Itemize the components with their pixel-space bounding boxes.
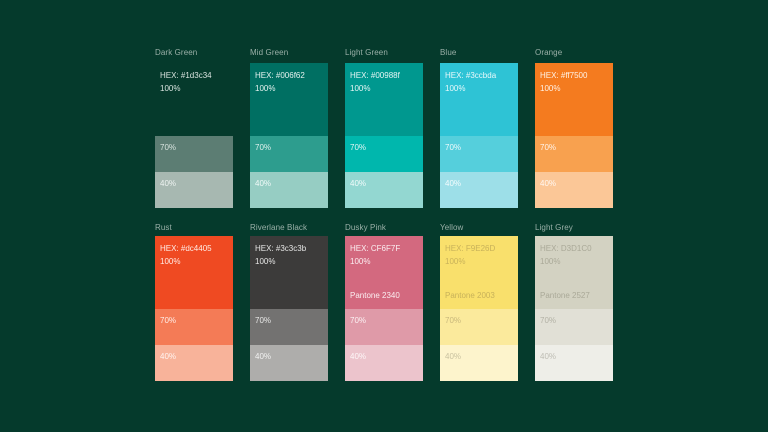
percent-40-label: 40% — [540, 352, 557, 361]
percent-70-label: 70% — [540, 143, 557, 152]
swatch-70: 70% — [345, 309, 423, 345]
hex-label: HEX: #006f62 — [255, 71, 305, 80]
swatch-40: 40% — [250, 172, 328, 208]
swatch-70: 70% — [250, 136, 328, 172]
hex-label: HEX: #ff7500 — [540, 71, 588, 80]
swatch-40: 40% — [345, 345, 423, 381]
swatch-name: Dusky Pink — [345, 223, 387, 232]
swatch-riverlane-black: Riverlane Black HEX: #3c3c3b 100% 70% 40% — [250, 223, 328, 381]
percent-100-label: 100% — [160, 257, 181, 266]
pantone-label: Pantone 2003 — [445, 291, 495, 300]
percent-70-label: 70% — [160, 143, 177, 152]
swatch-40: 40% — [535, 345, 613, 381]
percent-70-label: 70% — [445, 143, 462, 152]
percent-100-label: 100% — [350, 84, 371, 93]
swatch-70: 70% — [440, 309, 518, 345]
hex-label: HEX: #00988f — [350, 71, 400, 80]
percent-100-label: 100% — [160, 84, 181, 93]
percent-70-label: 70% — [160, 316, 177, 325]
pantone-label: Pantone 2527 — [540, 291, 590, 300]
swatch-100: HEX: #3ccbda 100% — [440, 63, 518, 136]
percent-70-label: 70% — [350, 143, 367, 152]
percent-100-label: 100% — [445, 257, 466, 266]
swatch-100: HEX: #00988f 100% — [345, 63, 423, 136]
percent-70-label: 70% — [445, 316, 462, 325]
swatch-name: Yellow — [440, 223, 464, 232]
swatch-70: 70% — [440, 136, 518, 172]
swatch-yellow: Yellow HEX: F9E26D 100% Pantone 2003 70% 40% — [440, 223, 518, 381]
swatch-100: HEX: #dc4405 100% — [155, 236, 233, 309]
swatch-40: 40% — [155, 345, 233, 381]
percent-100-label: 100% — [540, 257, 561, 266]
swatch-100: HEX: D3D1C0 100% Pantone 2527 — [535, 236, 613, 309]
percent-70-label: 70% — [255, 143, 272, 152]
swatch-100: HEX: CF6F7F 100% Pantone 2340 — [345, 236, 423, 309]
hex-label: HEX: #3c3c3b — [255, 244, 307, 253]
percent-100-label: 100% — [540, 84, 561, 93]
percent-40-label: 40% — [160, 179, 177, 188]
percent-70-label: 70% — [255, 316, 272, 325]
swatch-100: HEX: #1d3c34 100% — [155, 63, 233, 136]
percent-40-label: 40% — [445, 352, 462, 361]
swatch-100: HEX: #3c3c3b 100% — [250, 236, 328, 309]
hex-label: HEX: #dc4405 — [160, 244, 212, 253]
swatch-orange: Orange HEX: #ff7500 100% 70% 40% — [535, 48, 613, 208]
percent-40-label: 40% — [445, 179, 462, 188]
swatch-name: Orange — [535, 48, 563, 57]
swatch-40: 40% — [535, 172, 613, 208]
hex-label: HEX: CF6F7F — [350, 244, 401, 253]
swatch-rust: Rust HEX: #dc4405 100% 70% 40% — [155, 223, 233, 381]
percent-40-label: 40% — [350, 352, 367, 361]
swatch-name: Riverlane Black — [250, 223, 308, 232]
percent-70-label: 70% — [540, 316, 557, 325]
percent-100-label: 100% — [255, 84, 276, 93]
swatch-100: HEX: F9E26D 100% Pantone 2003 — [440, 236, 518, 309]
swatch-40: 40% — [155, 172, 233, 208]
hex-label: HEX: F9E26D — [445, 244, 496, 253]
hex-label: HEX: D3D1C0 — [540, 244, 592, 253]
percent-100-label: 100% — [255, 257, 276, 266]
swatch-40: 40% — [440, 345, 518, 381]
swatch-name: Rust — [155, 223, 172, 232]
swatch-70: 70% — [250, 309, 328, 345]
swatch-70: 70% — [535, 309, 613, 345]
swatch-dusky-pink: Dusky Pink HEX: CF6F7F 100% Pantone 2340 70%… — [345, 223, 423, 381]
swatch-mid-green: Mid Green HEX: #006f62 100% 70% 40% — [250, 48, 328, 208]
percent-40-label: 40% — [255, 352, 272, 361]
swatch-light-grey: Light Grey HEX: D3D1C0 100% Pantone 2527 70%… — [535, 223, 613, 381]
swatch-70: 70% — [155, 136, 233, 172]
percent-40-label: 40% — [350, 179, 367, 188]
percent-100-label: 100% — [350, 257, 371, 266]
color-palette: Dark Green HEX: #1d3c34 100% 70% 40% Mid Gree… — [0, 0, 768, 432]
swatch-100: HEX: #006f62 100% — [250, 63, 328, 136]
swatch-40: 40% — [345, 172, 423, 208]
swatch-name: Dark Green — [155, 48, 198, 57]
percent-70-label: 70% — [350, 316, 367, 325]
swatch-name: Light Green — [345, 48, 388, 57]
swatch-blue: Blue HEX: #3ccbda 100% 70% 40% — [440, 48, 518, 208]
swatch-100: HEX: #ff7500 100% — [535, 63, 613, 136]
swatch-name: Blue — [440, 48, 457, 57]
swatch-70: 70% — [345, 136, 423, 172]
swatch-40: 40% — [250, 345, 328, 381]
swatch-70: 70% — [535, 136, 613, 172]
percent-100-label: 100% — [445, 84, 466, 93]
swatch-dark-green: Dark Green HEX: #1d3c34 100% 70% 40% — [155, 48, 233, 208]
hex-label: HEX: #3ccbda — [445, 71, 497, 80]
pantone-label: Pantone 2340 — [350, 291, 400, 300]
swatch-70: 70% — [155, 309, 233, 345]
percent-40-label: 40% — [160, 352, 177, 361]
hex-label: HEX: #1d3c34 — [160, 71, 212, 80]
swatch-light-green: Light Green HEX: #00988f 100% 70% 40% — [345, 48, 423, 208]
swatch-name: Light Grey — [535, 223, 573, 232]
percent-40-label: 40% — [255, 179, 272, 188]
swatch-name: Mid Green — [250, 48, 289, 57]
swatch-40: 40% — [440, 172, 518, 208]
percent-40-label: 40% — [540, 179, 557, 188]
